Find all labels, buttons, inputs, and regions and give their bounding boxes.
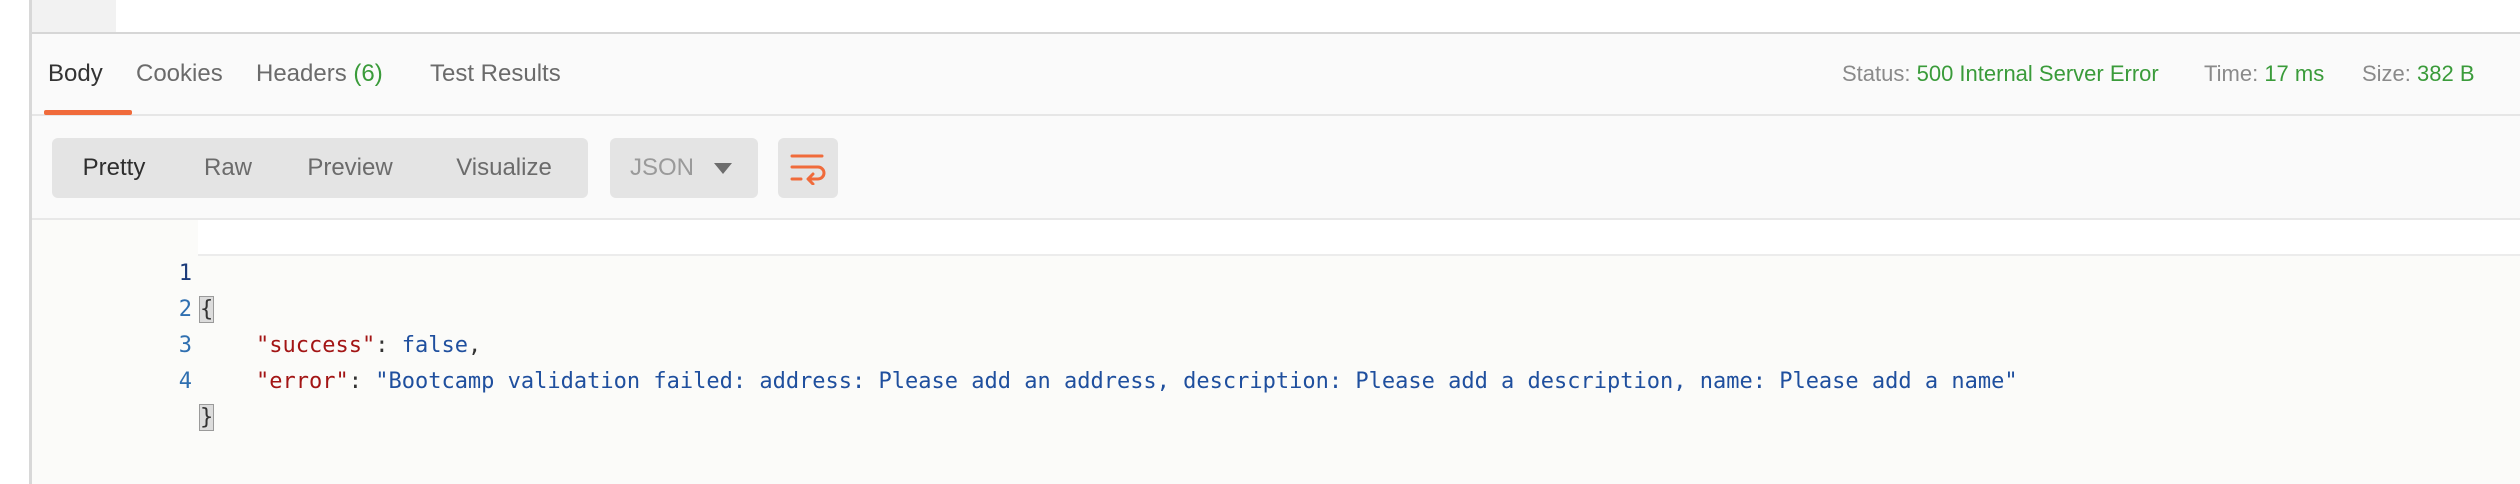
response-panel: Body Cookies Headers (6) Test Results St…	[0, 0, 2520, 484]
format-select[interactable]: JSON	[610, 138, 758, 198]
tab-test-results-label: Test Results	[430, 60, 561, 87]
code-line-3: 3 "error": "Bootcamp validation failed: …	[32, 292, 2520, 394]
chevron-down-icon	[714, 163, 732, 174]
view-preview-button[interactable]: Preview	[280, 138, 420, 198]
close-brace: }	[198, 404, 215, 431]
size-label: Size:	[2362, 61, 2411, 86]
body-view-toolbar: Pretty Raw Preview Visualize JSON	[32, 116, 2520, 218]
code-content: }	[198, 400, 215, 436]
response-body-editor[interactable]: 1 { 2 "success": false, 3 "error": "Boot…	[32, 218, 2520, 484]
tab-body[interactable]: Body	[44, 34, 132, 115]
code-content: "error": "Bootcamp validation failed: ad…	[256, 364, 2018, 400]
format-select-value: JSON	[630, 154, 695, 181]
code-line-2: 2 "success": false,	[32, 256, 2520, 358]
tab-headers-label: Headers	[256, 60, 347, 87]
headers-count-badge: (6)	[353, 60, 383, 87]
tab-test-results[interactable]: Test Results	[430, 34, 561, 114]
response-status[interactable]: Status: 500 Internal Server Error	[1842, 34, 2159, 114]
tab-cookies[interactable]: Cookies	[136, 34, 223, 114]
tab-body-label: Body	[48, 60, 103, 87]
status-value: 500 Internal Server Error	[1916, 61, 2159, 86]
code-line-1: 1 {	[32, 220, 2520, 323]
wrap-lines-button[interactable]	[778, 138, 838, 198]
time-value: 17 ms	[2264, 61, 2325, 86]
request-editor-bottom	[32, 0, 2520, 34]
response-time[interactable]: Time: 17 ms	[2204, 34, 2324, 114]
line-number: 4	[178, 369, 192, 394]
json-value-error: "Bootcamp validation failed: address: Pl…	[375, 369, 2018, 394]
tab-headers[interactable]: Headers (6)	[256, 34, 383, 114]
sidebar-edge	[0, 0, 32, 484]
active-tab-indicator	[44, 110, 132, 115]
view-raw-button[interactable]: Raw	[176, 138, 280, 198]
tab-cookies-label: Cookies	[136, 60, 223, 87]
response-tab-bar: Body Cookies Headers (6) Test Results St…	[32, 34, 2520, 116]
view-visualize-button[interactable]: Visualize	[420, 138, 588, 198]
view-pretty-button[interactable]: Pretty	[52, 138, 176, 198]
response-size[interactable]: Size: 382 B	[2362, 34, 2475, 114]
json-key-error: "error"	[256, 369, 349, 394]
status-label: Status:	[1842, 61, 1911, 86]
json-colon: :	[348, 369, 376, 394]
editor-gutter	[32, 0, 116, 32]
view-mode-group: Pretty Raw Preview Visualize	[52, 138, 588, 198]
size-value: 382 B	[2417, 61, 2475, 86]
code-line-4: 4 }	[32, 328, 2520, 431]
wrap-lines-icon	[790, 154, 826, 185]
time-label: Time:	[2204, 61, 2259, 86]
